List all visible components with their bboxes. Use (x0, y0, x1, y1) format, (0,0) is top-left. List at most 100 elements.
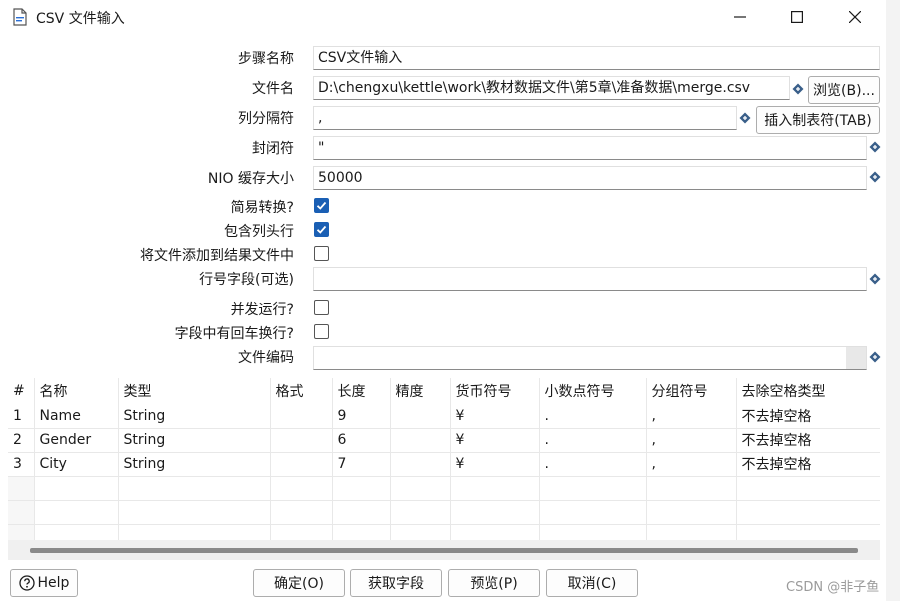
column-header[interactable]: 去除空格类型 (736, 378, 880, 404)
table-header-row: # 名称 类型 格式 长度 精度 货币符号 小数点符号 分组符号 去除空格类型 (8, 378, 880, 404)
name-cell[interactable]: Name (34, 404, 119, 429)
column-header[interactable]: 格式 (270, 378, 333, 404)
insert-tab-button[interactable]: 插入制表符(TAB) (756, 106, 880, 134)
currency-cell[interactable]: ¥ (450, 452, 540, 477)
column-header[interactable]: # (8, 378, 35, 404)
column-header[interactable]: 类型 (118, 378, 271, 404)
ok-button[interactable]: 确定(O) (253, 569, 345, 597)
header-row-label: 包含列头行 (224, 224, 294, 240)
trim-type-cell[interactable]: 不去掉空格 (736, 404, 880, 429)
type-cell[interactable]: String (118, 428, 271, 453)
column-header[interactable]: 长度 (332, 378, 391, 404)
help-button[interactable]: Help (10, 569, 78, 597)
currency-cell[interactable]: ¥ (450, 428, 540, 453)
newline-in-field-label: 字段中有回车换行? (174, 326, 294, 342)
format-cell[interactable] (270, 404, 333, 429)
parallel-checkbox[interactable] (314, 300, 329, 315)
preview-button[interactable]: 预览(P) (448, 569, 540, 597)
currency-cell[interactable]: ¥ (450, 404, 540, 429)
precision-cell[interactable] (390, 404, 451, 429)
empty-row[interactable] (8, 476, 880, 501)
delimiter-label: 列分隔符 (238, 111, 294, 127)
maximize-button[interactable] (774, 0, 820, 34)
group-cell[interactable]: , (646, 452, 737, 477)
variable-diamond-icon[interactable] (869, 351, 881, 363)
trim-type-cell[interactable]: 不去掉空格 (736, 428, 880, 453)
variable-diamond-icon[interactable] (869, 141, 881, 153)
column-header[interactable]: 名称 (34, 378, 119, 404)
column-header[interactable]: 货币符号 (450, 378, 540, 404)
length-cell[interactable]: 9 (332, 404, 391, 429)
cancel-button[interactable]: 取消(C) (546, 569, 638, 597)
add-to-result-label: 将文件添加到结果文件中 (140, 248, 294, 264)
filename-field[interactable]: D:\chengxu\kettle\work\教材数据文件\第5章\准备数据\m… (313, 76, 790, 100)
browse-button[interactable]: 浏览(B)... (808, 76, 880, 104)
step-name-field[interactable]: CSV文件输入 (313, 46, 880, 70)
group-cell[interactable]: , (646, 428, 737, 453)
length-cell[interactable]: 6 (332, 428, 391, 453)
nio-buffer-field[interactable]: 50000 (313, 166, 867, 190)
variable-diamond-icon[interactable] (869, 171, 881, 183)
title-bar: CSV 文件输入 (0, 0, 886, 36)
variable-diamond-icon[interactable] (739, 112, 751, 124)
help-button-label: Help (37, 575, 70, 591)
type-cell[interactable]: String (118, 452, 271, 477)
type-cell[interactable]: String (118, 404, 271, 429)
csv-input-dialog: CSV 文件输入 步骤名称 CSV文件输入 文件名 D:\chengxu\ket… (0, 0, 887, 601)
horizontal-scrollbar[interactable] (8, 540, 880, 560)
lazy-conversion-checkbox[interactable] (314, 198, 329, 213)
newline-in-field-checkbox[interactable] (314, 324, 329, 339)
row-number-cell: 1 (8, 404, 35, 429)
decimal-cell[interactable]: . (539, 404, 647, 429)
variable-diamond-icon[interactable] (869, 273, 881, 285)
empty-row[interactable] (8, 524, 880, 540)
header-row-checkbox[interactable] (314, 222, 329, 237)
group-cell[interactable]: , (646, 404, 737, 429)
precision-cell[interactable] (390, 428, 451, 453)
name-cell[interactable]: Gender (34, 428, 119, 453)
row-number-field-label: 行号字段(可选) (199, 272, 294, 288)
row-number-cell: 2 (8, 428, 35, 453)
precision-cell[interactable] (390, 452, 451, 477)
lazy-conversion-label: 简易转换? (230, 200, 294, 216)
trim-type-cell[interactable]: 不去掉空格 (736, 452, 880, 477)
column-header[interactable]: 小数点符号 (539, 378, 647, 404)
step-name-label: 步骤名称 (238, 51, 294, 67)
decimal-cell[interactable]: . (539, 428, 647, 453)
minimize-button[interactable] (717, 0, 763, 34)
question-icon (18, 575, 35, 591)
document-icon (12, 8, 28, 26)
empty-row[interactable] (8, 500, 880, 525)
decimal-cell[interactable]: . (539, 452, 647, 477)
delimiter-field[interactable]: , (313, 106, 737, 130)
checkmark-icon (316, 201, 327, 210)
column-header[interactable]: 分组符号 (646, 378, 737, 404)
format-cell[interactable] (270, 452, 333, 477)
add-to-result-checkbox[interactable] (314, 246, 329, 261)
enclosure-label: 封闭符 (252, 141, 294, 157)
checkmark-icon (316, 225, 327, 234)
parallel-label: 并发运行? (230, 302, 294, 318)
file-encoding-combo[interactable] (313, 346, 867, 370)
column-header[interactable]: 精度 (390, 378, 451, 404)
length-cell[interactable]: 7 (332, 452, 391, 477)
format-cell[interactable] (270, 428, 333, 453)
nio-buffer-label: NIO 缓存大小 (207, 171, 294, 187)
encoding-dropdown-button[interactable] (846, 347, 866, 369)
table-row[interactable]: 1 Name String 9 ¥ . , 不去掉空格 (8, 404, 880, 429)
minimize-icon (734, 16, 746, 18)
watermark: CSDN @非子鱼 (786, 580, 880, 595)
row-number-cell: 3 (8, 452, 35, 477)
table-row[interactable]: 3 City String 7 ¥ . , 不去掉空格 (8, 452, 880, 477)
window-title: CSV 文件输入 (36, 11, 125, 27)
table-row[interactable]: 2 Gender String 6 ¥ . , 不去掉空格 (8, 428, 880, 453)
name-cell[interactable]: City (34, 452, 119, 477)
enclosure-field[interactable]: " (313, 136, 867, 160)
close-button[interactable] (832, 0, 878, 34)
scrollbar-thumb[interactable] (30, 548, 858, 553)
fields-table: # 名称 类型 格式 长度 精度 货币符号 小数点符号 分组符号 去除空格类型 … (8, 378, 880, 540)
row-number-field[interactable] (313, 267, 867, 291)
variable-diamond-icon[interactable] (792, 83, 804, 95)
get-fields-button[interactable]: 获取字段 (350, 569, 442, 597)
maximize-icon (791, 11, 803, 23)
